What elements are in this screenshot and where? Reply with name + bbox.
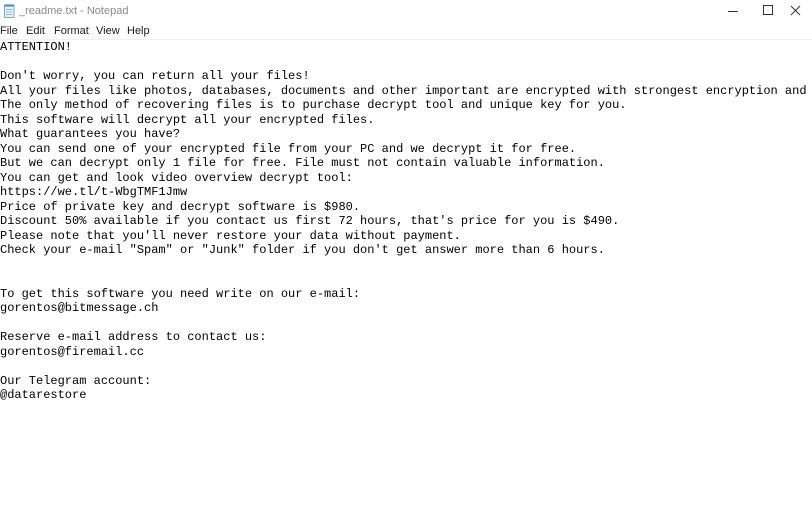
text-line: You can get and look video overview decr… [0,170,353,185]
menu-view[interactable]: View [96,24,120,38]
text-line: You can send one of your encrypted file … [0,141,577,156]
text-line: Our Telegram account: [0,373,152,388]
text-line: Please note that you'll never restore yo… [0,228,461,243]
text-line: But we can decrypt only 1 file for free.… [0,156,605,170]
close-button[interactable] [778,0,812,22]
window-title: _readme.txt - Notepad [19,5,129,17]
text-line: Reserve e-mail address to contact us: [0,330,267,344]
text-line: To get this software you need write on o… [0,286,361,301]
menu-file[interactable]: File [0,24,18,38]
notepad-icon [4,4,15,18]
menu-bar: File Edit Format View Help [0,23,812,40]
text-line: gorentos@bitmessage.ch [0,301,159,315]
text-line: https://we.tl/t-WbgTMF1Jmw [0,185,188,199]
menu-format[interactable]: Format [54,24,89,38]
text-line: Discount 50% available if you contact us… [0,214,620,228]
notepad-window: _readme.txt - Notepad File Edit Format V… [0,0,812,505]
menu-help[interactable]: Help [127,24,150,38]
text-line: Don't worry, you can return all your fil… [0,69,310,83]
text-editor[interactable]: ATTENTION! Don't worry, you can return a… [0,40,812,505]
title-bar[interactable]: _readme.txt - Notepad [0,0,812,22]
text-line: All your files like photos, databases, d… [0,83,812,98]
text-line: ATTENTION! [0,40,73,54]
text-line: Price of private key and decrypt softwar… [0,199,361,214]
menu-edit[interactable]: Edit [26,24,45,38]
text-line: This software will decrypt all your encr… [0,112,375,127]
text-line: gorentos@firemail.cc [0,344,145,359]
text-line: The only method of recovering files is t… [0,98,627,112]
text-line: What guarantees you have? [0,127,181,141]
text-line: @datarestore [0,388,87,402]
text-line: Check your e-mail "Spam" or "Junk" folde… [0,243,605,257]
minimize-button[interactable] [715,0,752,22]
